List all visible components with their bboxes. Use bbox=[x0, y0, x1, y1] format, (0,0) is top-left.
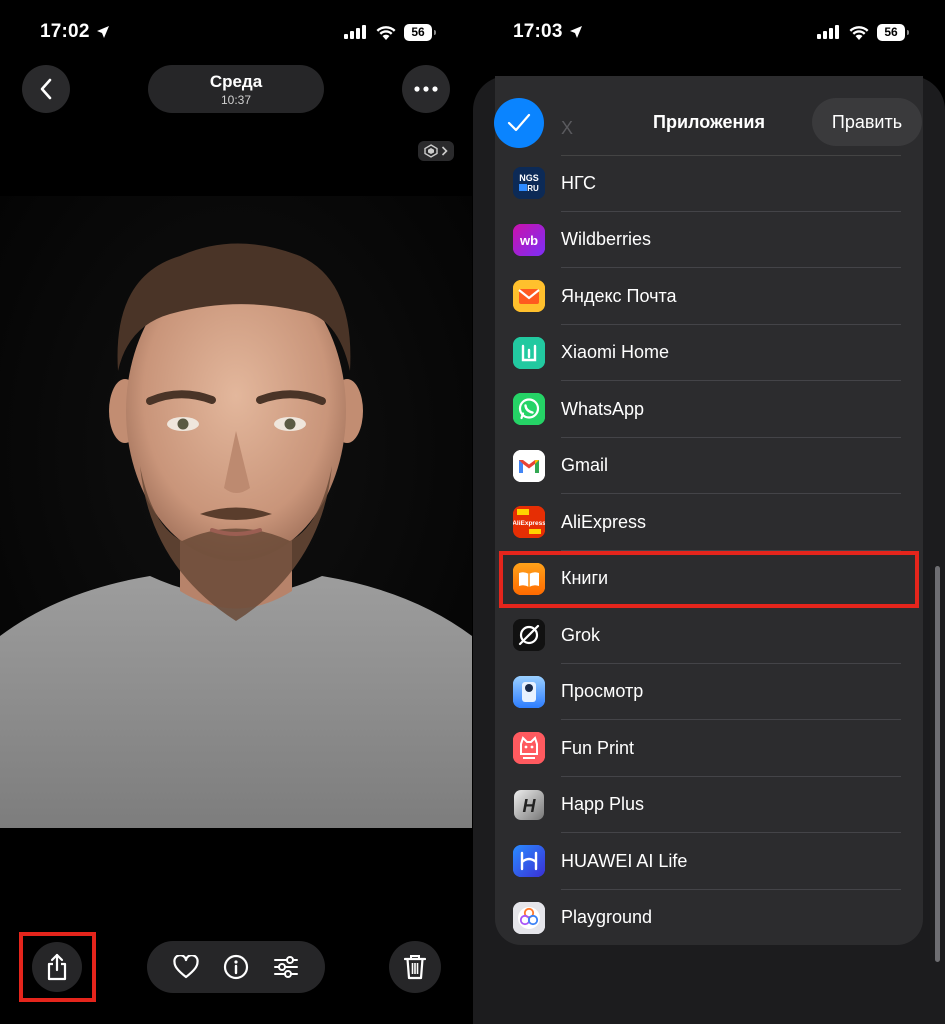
heart-icon[interactable] bbox=[173, 955, 199, 979]
app-label: AliExpress bbox=[561, 511, 647, 532]
info-icon[interactable] bbox=[223, 954, 249, 980]
cellular-signal-icon bbox=[817, 25, 839, 39]
status-bar-left: 17:02 bbox=[40, 18, 110, 46]
grok-icon bbox=[513, 619, 545, 652]
svg-text:wb: wb bbox=[519, 233, 538, 248]
app-row[interactable]: WhatsApp bbox=[495, 381, 923, 438]
wildberries-icon: wb bbox=[513, 223, 545, 256]
app-row[interactable]: Playground bbox=[495, 890, 923, 947]
huawei-ai-life-icon bbox=[513, 845, 545, 878]
fun-print-icon bbox=[513, 732, 545, 765]
whatsapp-icon bbox=[513, 393, 545, 426]
photo-viewer-screen: 17:02 56 Среда 10:37 bbox=[0, 0, 472, 1024]
app-label: Wildberries bbox=[561, 229, 652, 250]
checkmark-icon bbox=[507, 113, 531, 132]
yandex-mail-icon bbox=[513, 280, 545, 313]
gmail-icon bbox=[513, 449, 545, 482]
svg-text:RU: RU bbox=[527, 184, 539, 193]
app-row[interactable]: Xiaomi Home bbox=[495, 325, 923, 381]
trash-icon bbox=[404, 955, 426, 980]
battery-indicator: 56 bbox=[877, 23, 909, 41]
app-row[interactable]: Яндекс Почта bbox=[495, 268, 923, 325]
app-label: HUAWEI AI Life bbox=[561, 850, 688, 871]
preview-icon bbox=[513, 675, 545, 708]
app-row[interactable]: H Happ Plus bbox=[495, 777, 923, 833]
photo-date-time: 10:37 bbox=[220, 92, 252, 107]
live-photo-badge[interactable] bbox=[418, 141, 454, 161]
app-label: НГС bbox=[561, 172, 596, 193]
ngs-icon: NGS RU bbox=[513, 167, 545, 200]
svg-text:NGS: NGS bbox=[519, 173, 539, 183]
svg-text:AliExpress: AliExpress bbox=[513, 520, 545, 527]
ellipsis-icon bbox=[414, 86, 438, 92]
scrollbar[interactable] bbox=[935, 566, 940, 962]
books-highlight-box bbox=[499, 551, 919, 608]
status-time: 17:02 bbox=[40, 21, 110, 43]
app-row[interactable]: NGS RU НГС bbox=[495, 155, 923, 212]
app-row[interactable]: HUAWEI AI Life bbox=[495, 833, 923, 890]
app-row[interactable]: Просмотр bbox=[495, 664, 923, 720]
delete-button[interactable] bbox=[389, 941, 441, 993]
battery-indicator: 56 bbox=[404, 23, 436, 41]
adjust-sliders-icon[interactable] bbox=[273, 955, 299, 979]
scrolled-item-partial: X bbox=[561, 118, 574, 138]
aliexpress-icon: AliExpress bbox=[513, 506, 545, 539]
back-button[interactable] bbox=[22, 65, 70, 113]
app-row[interactable]: Fun Print bbox=[495, 720, 923, 777]
share-sheet-screen: 17:03 56 X Приложения Править NGS RU НГС wb… bbox=[473, 0, 945, 1024]
app-label: Просмотр bbox=[561, 681, 644, 702]
wifi-icon bbox=[849, 25, 869, 40]
cellular-signal-icon bbox=[344, 25, 366, 39]
app-label: Grok bbox=[561, 624, 601, 645]
photo-date-day: Среда bbox=[209, 71, 263, 91]
app-row[interactable]: wb Wildberries bbox=[495, 212, 923, 268]
chevron-left-icon bbox=[40, 78, 52, 100]
app-label: WhatsApp bbox=[561, 398, 645, 419]
app-row[interactable]: Grok bbox=[495, 607, 923, 664]
photo-date-pill[interactable]: Среда 10:37 bbox=[148, 65, 324, 113]
more-options-button[interactable] bbox=[402, 65, 450, 113]
portrait-photo[interactable] bbox=[0, 196, 472, 828]
app-label: Playground bbox=[561, 907, 653, 928]
app-row[interactable]: AliExpress AliExpress bbox=[495, 494, 923, 551]
live-photo-icon bbox=[424, 144, 438, 158]
portrait-image bbox=[0, 196, 472, 828]
wifi-icon bbox=[376, 25, 396, 40]
edit-button[interactable]: Править bbox=[812, 98, 922, 146]
sheet-title: Приложения bbox=[653, 112, 765, 132]
done-button[interactable] bbox=[494, 98, 544, 148]
app-label: Xiaomi Home bbox=[561, 342, 670, 363]
share-highlight-box bbox=[19, 932, 96, 1002]
location-arrow-icon bbox=[569, 26, 582, 38]
happ-plus-icon: H bbox=[513, 788, 545, 821]
app-row[interactable]: Gmail bbox=[495, 438, 923, 494]
app-label: Gmail bbox=[561, 455, 609, 476]
photo-actions-pill bbox=[147, 941, 325, 993]
playground-icon bbox=[513, 901, 545, 934]
status-bar-right: 17:03 bbox=[513, 18, 583, 46]
status-time: 17:03 bbox=[513, 21, 583, 43]
svg-text:H: H bbox=[523, 796, 537, 816]
app-label: Happ Plus bbox=[561, 794, 645, 815]
xiaomi-home-icon bbox=[513, 336, 545, 369]
app-label: Fun Print bbox=[561, 737, 635, 758]
app-label: Яндекс Почта bbox=[561, 285, 677, 306]
chevron-right-small-icon bbox=[441, 146, 448, 156]
location-arrow-icon bbox=[96, 26, 109, 38]
